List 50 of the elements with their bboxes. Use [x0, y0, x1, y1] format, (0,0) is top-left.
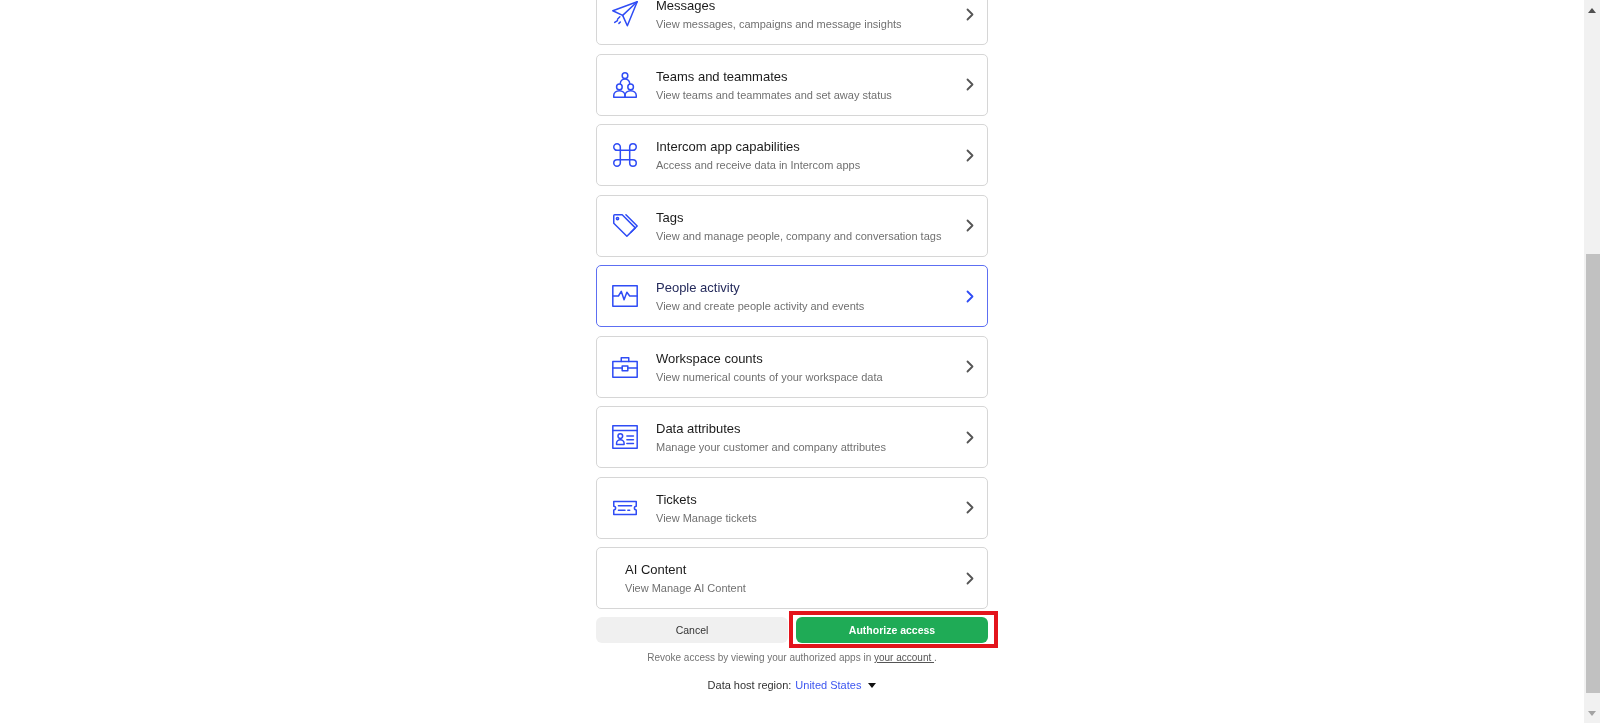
region-dropdown[interactable]: United States — [795, 678, 877, 692]
card-title: Tickets — [656, 491, 697, 508]
chevron-right-icon — [966, 289, 974, 303]
card-title: People activity — [656, 280, 740, 296]
card-title: Tags — [656, 209, 684, 226]
card-description: View numerical counts of your workspace data — [656, 369, 883, 384]
region-label: Data host region: — [707, 678, 792, 692]
permission-card[interactable]: Data attributes Manage your customer and company attributes — [596, 406, 988, 468]
chevron-right-icon — [966, 78, 974, 91]
permission-card[interactable]: Messages View messages, campaigns and message insights — [596, 0, 988, 45]
scroll-up-arrow-icon[interactable] — [1588, 8, 1596, 13]
card-title: Workspace counts — [656, 350, 763, 367]
card-title: Teams and teammates — [656, 68, 788, 85]
card-description: View messages, campaigns and message insights — [656, 17, 902, 31]
scrollbar-thumb[interactable] — [1586, 254, 1600, 693]
card-description: View Manage AI Content — [625, 581, 746, 595]
card-title: Messages — [656, 0, 716, 14]
permission-card[interactable]: Workspace counts View numerical counts of your workspace data — [596, 335, 988, 398]
card-description: View and manage people, company and conversation tags — [656, 228, 942, 243]
chevron-right-icon — [966, 501, 974, 514]
card-title: Intercom app capabilities — [656, 139, 800, 155]
card-description: View and create people activity and events — [656, 299, 865, 313]
card-title: AI Content — [625, 562, 687, 578]
card-description: View teams and teammates and set away status — [656, 87, 892, 102]
permission-card[interactable]: Teams and teammates View teams and teammates and set away status — [596, 53, 988, 116]
permission-card[interactable]: People activity View and create people activity and events — [596, 265, 988, 327]
caret-icon — [868, 682, 877, 688]
card-description: Manage your customer and company attributes — [656, 440, 886, 454]
id-card-icon — [610, 422, 640, 452]
permission-card[interactable]: Intercom app capabilities Access and receive data in Intercom apps — [596, 124, 988, 186]
command-key-icon — [610, 140, 640, 170]
card-description: Access and receive data in Intercom apps — [656, 158, 861, 172]
people-group-icon — [610, 69, 640, 100]
chevron-right-icon — [966, 148, 974, 162]
paper-plane-icon — [610, 0, 640, 29]
card-description: View Manage tickets — [656, 510, 757, 525]
permission-card[interactable]: Tickets View Manage tickets — [596, 476, 988, 539]
scrollbar[interactable] — [1584, 0, 1600, 723]
chevron-right-icon — [966, 360, 974, 373]
chevron-right-icon — [966, 571, 974, 585]
cancel-button[interactable]: Cancel — [596, 617, 788, 643]
permission-card[interactable]: AI Content View Manage AI Content — [596, 547, 988, 609]
chevron-right-icon — [966, 7, 974, 21]
account-link[interactable]: your account — [874, 652, 935, 663]
scroll-down-arrow-icon[interactable] — [1588, 711, 1596, 716]
revoke-note: Revoke access by viewing your authorized apps in your account . — [646, 651, 938, 665]
chevron-right-icon — [966, 430, 974, 444]
permission-card[interactable]: Tags View and manage people, company and conversation tags — [596, 194, 988, 257]
chevron-right-icon — [966, 219, 974, 232]
card-title: Data attributes — [656, 421, 741, 437]
